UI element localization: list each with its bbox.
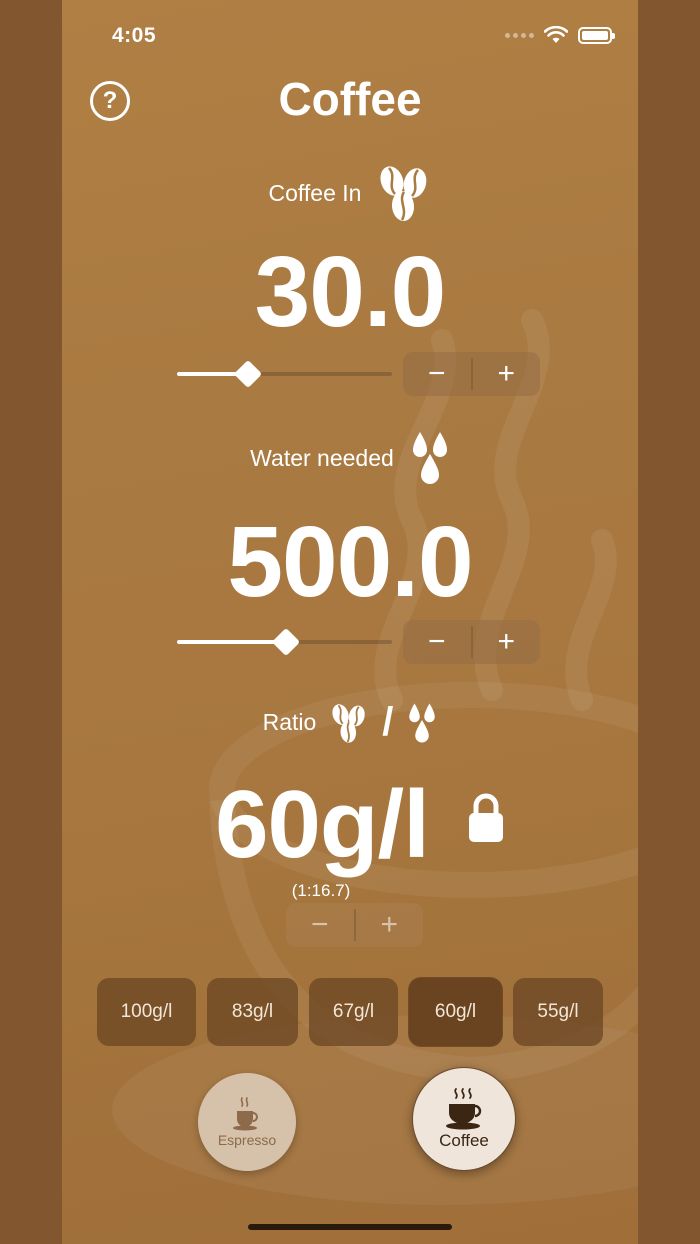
ratio-decrement-button[interactable]: − bbox=[286, 903, 354, 947]
signal-dots-icon bbox=[505, 32, 534, 38]
preset-100[interactable]: 100g/l bbox=[97, 978, 196, 1046]
preset-label: 100g/l bbox=[120, 1001, 173, 1022]
coffee-cup-icon bbox=[446, 1088, 482, 1130]
coffee-in-label: Coffee In bbox=[268, 179, 362, 206]
water-stepper: − + bbox=[403, 620, 540, 664]
app-screen: 4:05 ? Coffee Coffee In 30.0 − + Water n… bbox=[62, 0, 638, 1244]
ratio-coffee-beans-icon bbox=[332, 703, 365, 743]
coffee-in-increment-button[interactable]: + bbox=[473, 352, 541, 396]
preset-label: 83g/l bbox=[231, 1001, 274, 1022]
battery-icon bbox=[578, 26, 615, 44]
espresso-cup-icon bbox=[233, 1097, 258, 1131]
coffee-in-label-row: Coffee In bbox=[62, 163, 638, 223]
espresso-mode-button[interactable]: Espresso bbox=[198, 1073, 296, 1171]
ratio-label-row: Ratio / bbox=[62, 700, 638, 745]
coffee-in-value: 30.0 bbox=[254, 236, 447, 348]
coffee-mode-label: Coffee bbox=[439, 1131, 489, 1150]
status-time: 4:05 bbox=[112, 24, 157, 47]
preset-55[interactable]: 55g/l bbox=[513, 978, 603, 1046]
ratio-stepper: − + bbox=[286, 903, 423, 947]
status-icons bbox=[505, 26, 615, 44]
water-increment-button[interactable]: + bbox=[473, 620, 541, 664]
wifi-icon bbox=[544, 26, 568, 43]
ratio-fraction: (1:16.7) bbox=[291, 881, 351, 900]
water-slider[interactable] bbox=[177, 627, 392, 657]
preset-67[interactable]: 67g/l bbox=[309, 978, 398, 1046]
preset-60[interactable]: 60g/l bbox=[409, 978, 502, 1046]
ratio-increment-button[interactable]: + bbox=[356, 903, 424, 947]
water-label-row: Water needed bbox=[62, 430, 638, 486]
ratio-presets: 100g/l 83g/l 67g/l 60g/l 55g/l bbox=[97, 978, 603, 1046]
water-label: Water needed bbox=[250, 444, 394, 471]
espresso-mode-label: Espresso bbox=[217, 1132, 277, 1148]
ratio-separator: / bbox=[382, 700, 394, 744]
preset-label: 55g/l bbox=[537, 1001, 579, 1022]
page-title: Coffee bbox=[278, 73, 422, 125]
coffee-in-stepper: − + bbox=[403, 352, 540, 396]
water-drops-icon bbox=[412, 432, 447, 484]
ratio-value: 60g/l bbox=[215, 771, 430, 878]
preset-83[interactable]: 83g/l bbox=[207, 978, 298, 1046]
coffee-in-slider[interactable] bbox=[177, 359, 392, 389]
lock-icon[interactable] bbox=[468, 792, 504, 844]
preset-label: 67g/l bbox=[332, 1001, 375, 1022]
ratio-label: Ratio bbox=[262, 709, 317, 735]
home-indicator[interactable] bbox=[248, 1224, 452, 1230]
water-slider-fill bbox=[177, 640, 286, 644]
water-value: 500.0 bbox=[227, 506, 473, 618]
coffee-mode-button[interactable]: Coffee bbox=[412, 1067, 516, 1171]
coffee-in-decrement-button[interactable]: − bbox=[403, 352, 471, 396]
water-decrement-button[interactable]: − bbox=[403, 620, 471, 664]
coffee-beans-icon bbox=[380, 166, 427, 221]
water-slider-thumb[interactable] bbox=[271, 627, 301, 657]
preset-label: 60g/l bbox=[434, 1001, 477, 1022]
coffee-in-slider-thumb[interactable] bbox=[233, 359, 263, 389]
ratio-water-drops-icon bbox=[409, 703, 436, 742]
